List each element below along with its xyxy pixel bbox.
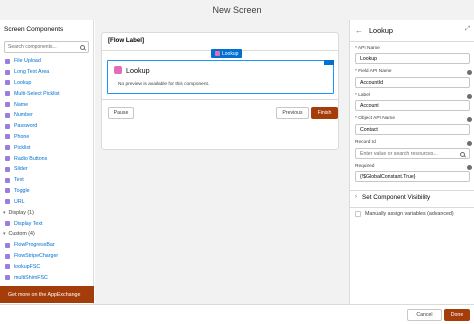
component-item-slider[interactable]: Slider	[5, 164, 93, 175]
component-icon	[5, 145, 10, 151]
search-icon	[80, 44, 85, 50]
component-item-toggle[interactable]: Toggle	[5, 186, 93, 197]
component-icon	[5, 69, 10, 75]
finish-button[interactable]: Finish	[311, 107, 338, 119]
component-visibility-section[interactable]: › Set Component Visibility	[350, 190, 474, 203]
component-item-long-text-area[interactable]: Long Text Area	[5, 67, 93, 78]
component-item-lookupfsc[interactable]: lookupFSC	[5, 262, 93, 273]
search-placeholder: Search components...	[8, 44, 57, 50]
component-item-file-upload[interactable]: File Upload	[5, 56, 93, 67]
lookup-icon	[114, 66, 122, 74]
expand-icon[interactable]: ⤢	[465, 26, 470, 33]
done-button[interactable]: Done	[444, 309, 470, 321]
info-icon[interactable]	[467, 117, 472, 122]
display-section-toggle[interactable]: ▾ Display (1)	[0, 207, 93, 218]
chevron-down-icon: ▾	[3, 231, 6, 238]
custom-section-toggle[interactable]: ▾ Custom (4)	[0, 229, 93, 240]
component-icon	[5, 177, 10, 183]
component-icon	[5, 134, 10, 140]
component-item-multishimfsc[interactable]: multiShimFSC	[5, 272, 93, 283]
info-icon[interactable]	[467, 165, 472, 170]
component-item-number[interactable]: Number	[5, 110, 93, 121]
component-icon	[5, 156, 10, 162]
components-search-input[interactable]: Search components...	[4, 41, 89, 53]
lookup-icon	[215, 51, 220, 56]
component-icon	[5, 91, 10, 97]
component-icon	[5, 112, 10, 118]
flow-label: [Flow Label]	[108, 37, 145, 44]
api-name-input[interactable]: Lookup	[355, 53, 470, 64]
component-icon	[5, 242, 10, 248]
component-item-picklist[interactable]: Picklist	[5, 142, 93, 153]
object-api-name-input[interactable]: Contact	[355, 124, 470, 135]
input-components-list: File Upload Long Text Area Lookup Multi-…	[0, 56, 93, 207]
chevron-right-icon: ›	[355, 194, 357, 200]
components-heading: Screen Components	[4, 26, 64, 33]
pause-button[interactable]: Pause	[108, 107, 134, 119]
component-icon	[5, 264, 10, 270]
component-icon	[5, 188, 10, 194]
manual-assign-row[interactable]: Manually assign variables (advanced)	[350, 207, 474, 220]
component-item-text[interactable]: Text	[5, 175, 93, 186]
component-item-display-text[interactable]: Display Text	[5, 218, 93, 229]
component-item-name[interactable]: Name	[5, 99, 93, 110]
window-title: New Screen	[0, 0, 474, 20]
component-item-url[interactable]: URL	[5, 196, 93, 207]
component-item-password[interactable]: Password	[5, 121, 93, 132]
label-field-label: * Label	[355, 93, 370, 98]
info-icon[interactable]	[467, 70, 472, 75]
component-icon	[5, 102, 10, 108]
component-item-lookup[interactable]: Lookup	[5, 78, 93, 89]
components-panel: Screen Components Search components... F…	[0, 20, 94, 304]
properties-title: Lookup	[369, 26, 393, 35]
record-id-input[interactable]: Enter value or search resources...	[355, 148, 470, 159]
screen-card: [Flow Label] Lookup Lookup No preview is…	[101, 32, 339, 150]
search-icon	[460, 152, 465, 157]
component-item-flowstripecharger[interactable]: FlowStripeCharger	[5, 251, 93, 262]
display-components-list: Display Text	[0, 218, 93, 229]
custom-components-list: FlowProgressBar FlowStripeCharger lookup…	[0, 240, 93, 283]
component-icon	[5, 199, 10, 205]
lookup-component[interactable]: Lookup No preview is available for this …	[107, 60, 334, 94]
selected-component-tag: Lookup	[211, 49, 243, 58]
properties-header: ← Lookup ⤢	[350, 20, 474, 42]
required-label: Required	[355, 164, 375, 169]
properties-panel: ← Lookup ⤢ * API Name Lookup * Field API…	[349, 20, 474, 304]
component-icon	[5, 166, 10, 172]
component-actions-icon[interactable]	[324, 60, 334, 65]
component-title: Lookup	[126, 66, 150, 75]
component-icon	[5, 58, 10, 64]
component-item-flowprogressbar[interactable]: FlowProgressBar	[5, 240, 93, 251]
component-item-phone[interactable]: Phone	[5, 132, 93, 143]
component-icon	[5, 275, 10, 281]
record-id-label: Record Id	[355, 140, 376, 145]
appexchange-link[interactable]: Get more on the AppExchange	[0, 286, 94, 303]
info-icon[interactable]	[467, 141, 472, 146]
required-input[interactable]: {!$GlobalConstant.True}	[355, 171, 470, 182]
component-item-radio-buttons[interactable]: Radio Buttons	[5, 153, 93, 164]
component-icon	[5, 221, 10, 227]
api-name-label: * API Name	[355, 46, 380, 51]
footer-bar: Cancel Done	[0, 304, 474, 324]
screen-canvas: [Flow Label] Lookup Lookup No preview is…	[95, 20, 349, 304]
preview-note: No preview is available for this compone…	[118, 82, 210, 87]
component-item-multi-select-picklist[interactable]: Multi-Select Picklist	[5, 88, 93, 99]
component-icon	[5, 253, 10, 259]
component-icon	[5, 123, 10, 129]
previous-button[interactable]: Previous	[276, 107, 309, 119]
field-api-name-input[interactable]: AccountId	[355, 77, 470, 88]
label-input[interactable]: Account	[355, 100, 470, 111]
chevron-down-icon: ▾	[3, 209, 6, 216]
cancel-button[interactable]: Cancel	[407, 309, 442, 321]
component-icon	[5, 80, 10, 86]
manual-assign-checkbox[interactable]	[355, 211, 361, 217]
field-api-name-label: * Field API Name	[355, 69, 392, 74]
back-arrow-icon[interactable]: ←	[355, 26, 363, 35]
footer-divider	[102, 99, 338, 100]
object-api-name-label: * Object API Name	[355, 116, 395, 121]
info-icon[interactable]	[467, 94, 472, 99]
